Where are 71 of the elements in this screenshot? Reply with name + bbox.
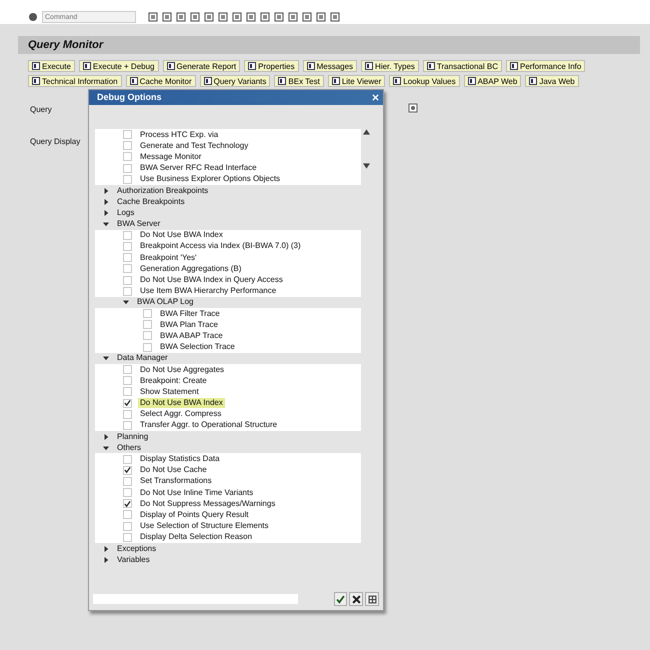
action-button[interactable]: Java Web (525, 75, 579, 87)
action-button[interactable]: Hier. Types (361, 60, 419, 72)
collapsed-icon[interactable] (103, 434, 109, 440)
expanded-icon[interactable] (123, 299, 129, 306)
document-icon (393, 77, 402, 85)
document-icon (204, 77, 212, 85)
checkbox[interactable] (123, 398, 132, 408)
action-button[interactable]: Execute (28, 60, 75, 72)
tree-folder[interactable]: Logs (115, 208, 136, 218)
action-button[interactable]: Execute + Debug (78, 60, 159, 72)
field-label: Query (30, 105, 52, 114)
tree-folder[interactable]: Authorization Breakpoints (115, 186, 210, 196)
tree-item[interactable]: Do Not Use BWA Index (138, 398, 225, 408)
help-button[interactable] (365, 592, 379, 606)
value-help-icon[interactable] (408, 103, 418, 113)
document-icon (278, 77, 286, 85)
tree-folder[interactable]: BWA Server (115, 219, 162, 230)
cancel-button[interactable] (349, 592, 364, 606)
action-button[interactable]: Transactional BC (422, 60, 502, 72)
scroll-down-icon[interactable] (363, 163, 370, 169)
document-icon (32, 62, 40, 70)
action-button[interactable]: Generate Report (162, 60, 240, 72)
action-button[interactable]: BEx Test (274, 75, 324, 87)
collapsed-icon[interactable] (103, 198, 109, 205)
document-icon (166, 62, 175, 70)
expanded-icon[interactable] (103, 221, 109, 228)
tree-folder[interactable]: Others (115, 442, 144, 453)
scroll-up-icon[interactable] (363, 129, 370, 135)
tree-folder[interactable]: Variables (115, 554, 152, 565)
action-button[interactable]: Properties (244, 60, 299, 72)
document-icon (248, 62, 256, 70)
action-button[interactable]: Performance Info (506, 60, 586, 72)
close-icon[interactable] (372, 94, 379, 101)
screen-title: Query Monitor (18, 36, 640, 54)
action-button[interactable]: Messages (302, 60, 358, 72)
document-icon (529, 77, 538, 85)
expanded-icon[interactable] (103, 355, 109, 362)
document-icon (82, 62, 91, 70)
document-icon (365, 62, 374, 70)
confirm-button[interactable] (334, 592, 348, 606)
action-button[interactable]: Query Variants (200, 75, 270, 87)
collapsed-icon[interactable] (103, 188, 109, 194)
action-button[interactable]: ABAP Web (464, 75, 522, 87)
document-icon (130, 77, 138, 85)
collapsed-icon[interactable] (103, 556, 109, 563)
expanded-icon[interactable] (103, 444, 109, 451)
tree-folder[interactable]: Planning (115, 432, 150, 442)
checkbox[interactable] (123, 466, 132, 475)
action-button[interactable]: Technical Information (28, 75, 122, 87)
tree-folder[interactable]: Data Manager (115, 353, 170, 364)
dialog-title: Debug Options (89, 90, 383, 105)
document-icon (510, 62, 518, 70)
input-field[interactable] (93, 594, 298, 604)
checkmark-icon (336, 594, 345, 604)
action-button[interactable]: Lookup Values (389, 75, 460, 87)
action-button[interactable]: Cache Monitor (126, 75, 196, 87)
tree-folder[interactable]: Exceptions (115, 544, 158, 554)
action-button[interactable]: Lite Viewer (328, 75, 386, 87)
enter-icon[interactable] (28, 12, 38, 22)
tree-folder[interactable]: BWA OLAP Log (135, 297, 196, 308)
field-label: Query Display (30, 137, 80, 146)
document-icon (32, 77, 40, 85)
checkbox[interactable] (123, 499, 132, 508)
tree-folder[interactable]: Cache Breakpoints (115, 196, 187, 207)
document-icon (306, 62, 315, 70)
collapsed-icon[interactable] (103, 210, 109, 216)
document-icon (468, 77, 476, 85)
document-icon (426, 62, 435, 70)
cross-icon (352, 594, 361, 604)
collapsed-icon[interactable] (103, 546, 109, 552)
document-icon (332, 77, 340, 85)
